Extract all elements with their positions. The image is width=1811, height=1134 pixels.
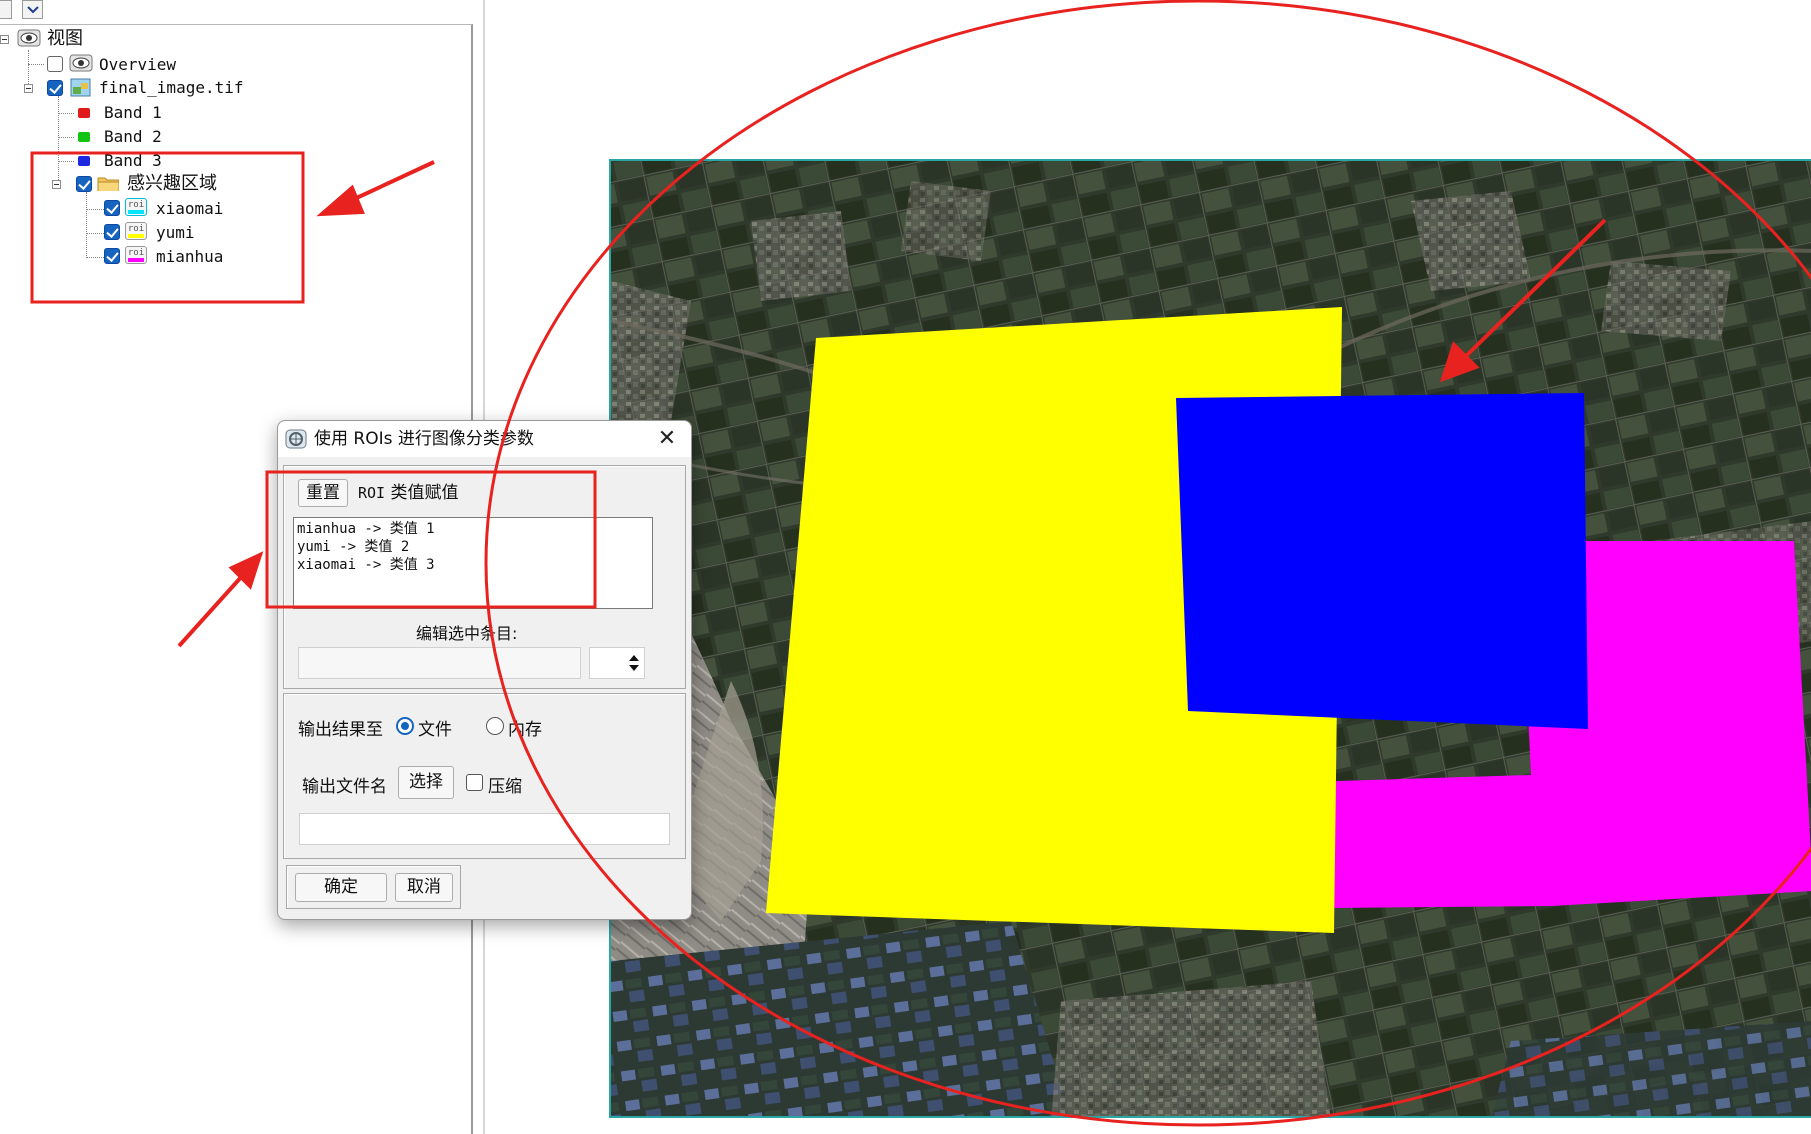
tree-expander[interactable] bbox=[0, 35, 9, 44]
tree-connector bbox=[28, 64, 44, 65]
tree-item-xiaomai[interactable]: xiaomai bbox=[156, 198, 223, 220]
roi-yumi-checkbox[interactable] bbox=[104, 224, 120, 240]
tree-root-label: 视图 bbox=[47, 28, 83, 49]
roi-label-suffix: 类值赋值 bbox=[390, 483, 459, 503]
screen: 视图 Overview final_image.tif Band 1 Band … bbox=[0, 0, 1811, 1134]
overview-checkbox[interactable] bbox=[47, 56, 63, 72]
choose-file-button[interactable]: 选择 bbox=[398, 766, 454, 799]
list-item[interactable]: mianhua -> 类值 1 bbox=[297, 520, 649, 538]
output-filename-label: 输出文件名 bbox=[302, 777, 387, 797]
edit-name-field[interactable] bbox=[298, 647, 581, 679]
tree-item-band-3[interactable]: Band 3 bbox=[104, 150, 162, 172]
output-filename-field[interactable] bbox=[299, 813, 670, 845]
tree-toolbar bbox=[0, 0, 475, 20]
output-file-label: 文件 bbox=[418, 720, 452, 740]
tree-connector bbox=[28, 50, 29, 86]
roi-badge: roi bbox=[127, 224, 145, 234]
ok-button[interactable]: 确定 bbox=[295, 873, 387, 902]
output-to-label: 输出结果至 bbox=[298, 720, 383, 740]
app-icon bbox=[285, 429, 307, 449]
tree-item-label: Overview bbox=[99, 55, 177, 74]
tree-item-label: Band 1 bbox=[104, 103, 162, 122]
compress-checkbox[interactable] bbox=[466, 774, 483, 791]
roi-label-prefix: ROI bbox=[358, 484, 386, 502]
output-memory-radio[interactable] bbox=[486, 717, 504, 735]
tree-connector bbox=[86, 192, 87, 258]
roi-mianhua-checkbox[interactable] bbox=[104, 248, 120, 264]
roi-xiaomai-polygon bbox=[1176, 393, 1588, 729]
output-memory-label: 内存 bbox=[508, 720, 542, 740]
image-checkbox[interactable] bbox=[47, 80, 63, 96]
band-red-icon bbox=[78, 108, 90, 118]
tree-root[interactable]: 视图 bbox=[47, 28, 83, 50]
close-icon[interactable]: ✕ bbox=[655, 427, 679, 451]
reset-button[interactable]: 重置 bbox=[298, 479, 348, 507]
spinner-arrows-icon bbox=[629, 655, 639, 671]
cancel-button[interactable]: 取消 bbox=[395, 873, 453, 902]
band-green-icon bbox=[78, 132, 90, 142]
roi-color-bar bbox=[128, 210, 144, 214]
dropdown-button[interactable] bbox=[22, 0, 43, 19]
tree-item-label: xiaomai bbox=[156, 199, 224, 218]
tree-item-label: mianhua bbox=[156, 247, 224, 266]
chevron-down-icon bbox=[27, 6, 39, 14]
tree-item-label: 感兴趣区域 bbox=[127, 173, 217, 194]
tree-item-label: Band 3 bbox=[104, 151, 162, 170]
tree-item-band-1[interactable]: Band 1 bbox=[104, 102, 162, 124]
tree-connector bbox=[58, 96, 59, 186]
folder-icon bbox=[97, 177, 119, 191]
output-file-radio[interactable] bbox=[396, 717, 414, 735]
roi-badge: roi bbox=[127, 248, 145, 258]
compress-label: 压缩 bbox=[488, 777, 522, 797]
toolbar-button[interactable] bbox=[0, 0, 12, 19]
edit-selected-label: 编辑选中条目: bbox=[416, 624, 518, 643]
image-view[interactable] bbox=[609, 159, 1811, 1118]
band-blue-icon bbox=[78, 156, 90, 166]
list-item[interactable]: yumi -> 类值 2 bbox=[297, 538, 649, 556]
tree-item-mianhua[interactable]: mianhua bbox=[156, 246, 223, 268]
class-value-stepper[interactable] bbox=[589, 647, 645, 679]
dialog-title: 使用 ROIs 进行图像分类参数 bbox=[314, 429, 534, 449]
eye-icon bbox=[69, 54, 93, 72]
tree-connector bbox=[86, 233, 104, 234]
tree-item-label: yumi bbox=[156, 223, 195, 242]
satellite-image bbox=[611, 161, 1811, 1116]
tree-connector bbox=[58, 161, 74, 162]
classification-dialog: 使用 ROIs 进行图像分类参数 ✕ 重置 ROI 类值赋值 mianhua -… bbox=[277, 420, 692, 920]
roi-icon: roi bbox=[125, 246, 147, 264]
roi-icon: roi bbox=[125, 222, 147, 240]
roi-badge: roi bbox=[127, 200, 145, 210]
tree-item-band-2[interactable]: Band 2 bbox=[104, 126, 162, 148]
tree-connector bbox=[58, 113, 74, 114]
tree-item-overview[interactable]: Overview bbox=[99, 54, 176, 76]
tree-expander[interactable] bbox=[24, 84, 33, 93]
roi-folder-checkbox[interactable] bbox=[76, 176, 92, 192]
tree-item-roi-folder[interactable]: 感兴趣区域 bbox=[127, 173, 217, 195]
roi-color-bar bbox=[128, 258, 144, 262]
roi-assignment-list[interactable]: mianhua -> 类值 1 yumi -> 类值 2 xiaomai -> … bbox=[293, 517, 653, 609]
tree-item-yumi[interactable]: yumi bbox=[156, 222, 195, 244]
view-icon bbox=[17, 29, 41, 47]
dialog-titlebar[interactable]: 使用 ROIs 进行图像分类参数 ✕ bbox=[278, 421, 691, 457]
tree-connector bbox=[86, 257, 104, 258]
roi-class-label: ROI 类值赋值 bbox=[358, 479, 459, 507]
roi-xiaomai-checkbox[interactable] bbox=[104, 200, 120, 216]
tree-expander[interactable] bbox=[52, 180, 61, 189]
tree-connector bbox=[58, 137, 74, 138]
list-item[interactable]: xiaomai -> 类值 3 bbox=[297, 556, 649, 574]
roi-color-bar bbox=[128, 234, 144, 238]
raster-image-icon bbox=[70, 78, 91, 97]
roi-icon: roi bbox=[125, 198, 147, 216]
tree-connector bbox=[86, 209, 104, 210]
tree-item-label: Band 2 bbox=[104, 127, 162, 146]
tree-item-label: final_image.tif bbox=[99, 78, 244, 97]
tree-item-final-image[interactable]: final_image.tif bbox=[99, 77, 244, 99]
